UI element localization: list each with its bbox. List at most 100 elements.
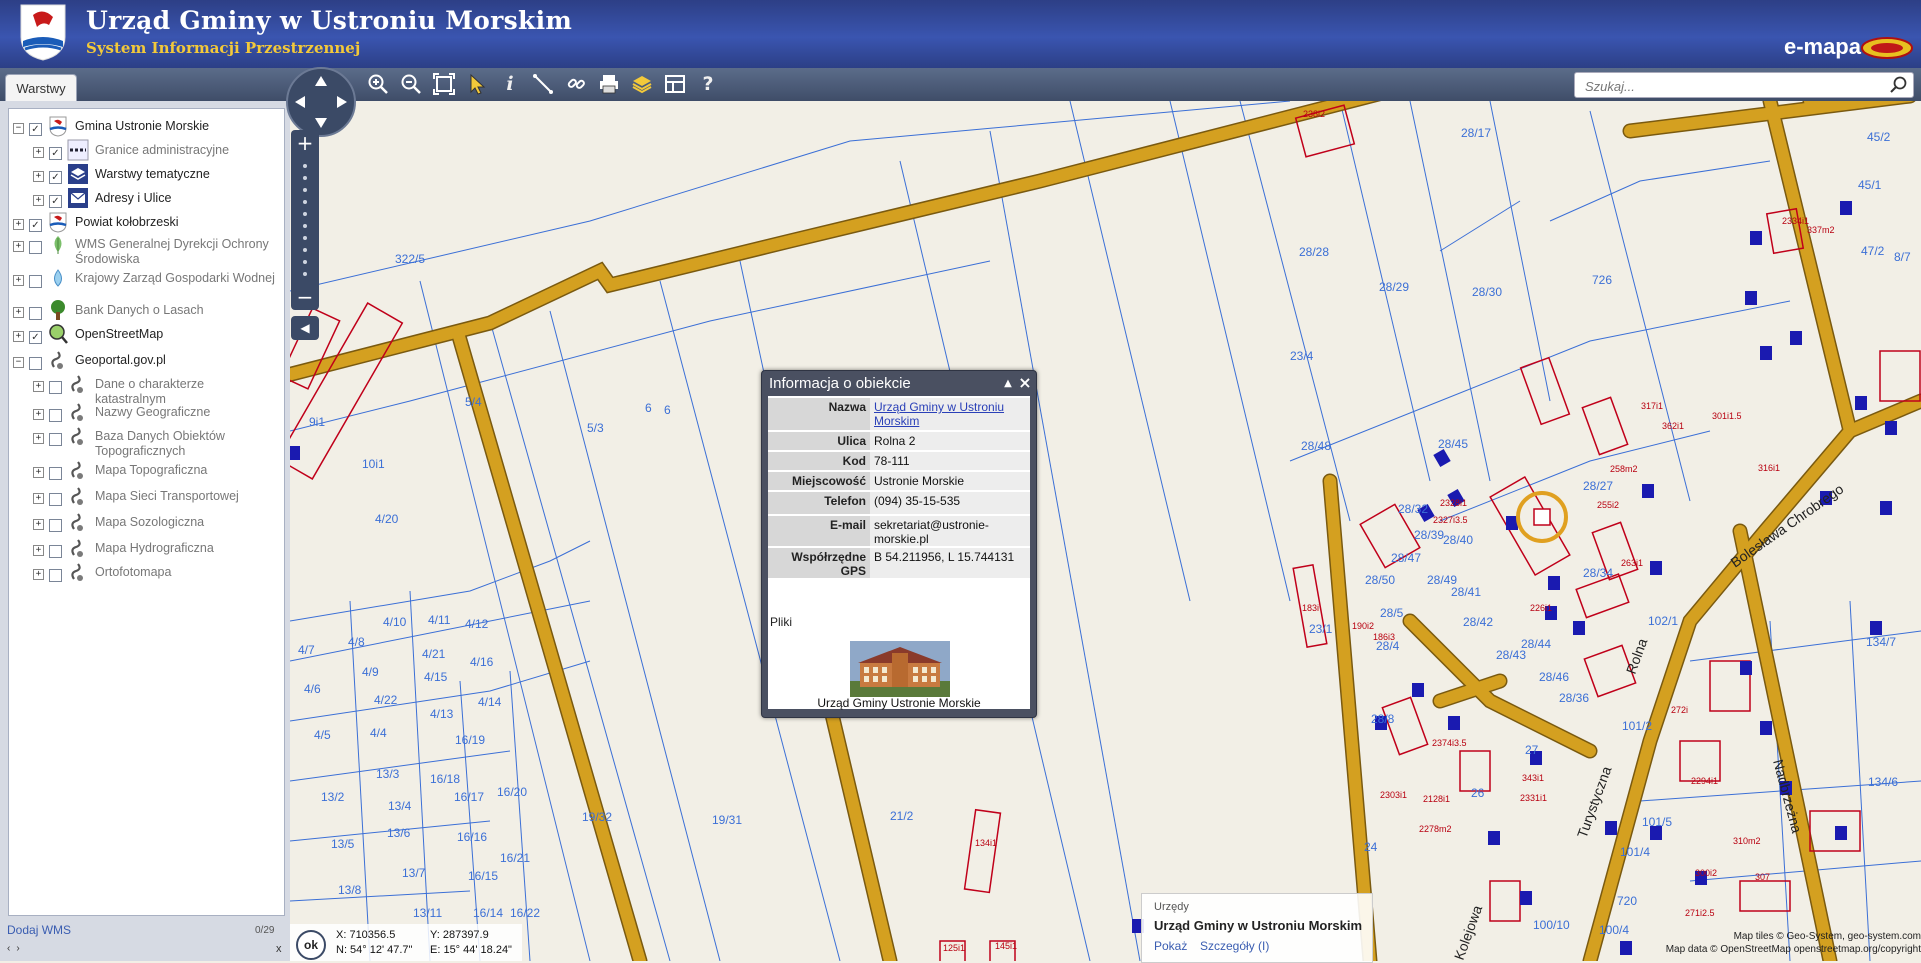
layer-item[interactable]: + ✓ OpenStreetMap	[9, 323, 284, 349]
layer-item[interactable]: − ✓ Gmina Ustronie Morskie	[9, 115, 284, 141]
layers-icon[interactable]	[629, 71, 655, 97]
layer-item[interactable]: + ✓ Granice administracyjne	[9, 139, 284, 165]
zoom-level-dot[interactable]	[303, 224, 307, 228]
show-link[interactable]: Pokaż	[1154, 939, 1187, 953]
expand-icon[interactable]: +	[13, 219, 24, 230]
layer-checkbox[interactable]	[49, 467, 62, 480]
layer-item[interactable]: + Ortofotomapa	[9, 561, 284, 587]
zoom-in-button[interactable]: +	[291, 132, 319, 154]
expand-icon[interactable]: +	[33, 569, 44, 580]
layer-checkbox[interactable]	[29, 357, 42, 370]
building-photo[interactable]	[850, 641, 950, 697]
expand-icon[interactable]: +	[33, 171, 44, 182]
pan-control[interactable]	[285, 66, 357, 138]
measure-distance-icon[interactable]	[530, 71, 556, 97]
layer-item[interactable]: + Mapa Topograficzna	[9, 459, 284, 485]
zoom-level-dot[interactable]	[303, 176, 307, 180]
coat-of-arms-icon	[20, 4, 66, 61]
expand-icon[interactable]: +	[13, 307, 24, 318]
layer-item[interactable]: + WMS Generalnej Dyrekcji Ochrony Środowi…	[9, 233, 284, 266]
layer-item[interactable]: − Geoportal.gov.pl	[9, 349, 284, 375]
layer-checkbox[interactable]: ✓	[29, 219, 42, 232]
print-icon[interactable]	[596, 71, 622, 97]
expand-icon[interactable]: +	[33, 381, 44, 392]
layer-item[interactable]: + Mapa Hydrograficzna	[9, 537, 284, 563]
parcel-label: 726	[1592, 273, 1612, 287]
expand-icon[interactable]: +	[33, 433, 44, 444]
collapse-icon[interactable]: −	[13, 123, 24, 134]
zoom-slider[interactable]: + −	[291, 130, 319, 310]
zoom-level-dot[interactable]	[303, 200, 307, 204]
minimize-icon[interactable]: ▲	[1002, 378, 1014, 390]
layer-item[interactable]: + Mapa Sozologiczna	[9, 511, 284, 537]
layer-checkbox[interactable]	[49, 381, 62, 394]
tab-layers[interactable]: Warstwy	[5, 74, 77, 103]
close-icon[interactable]: ×	[1018, 375, 1032, 391]
layer-checkbox[interactable]	[49, 493, 62, 506]
layer-item[interactable]: + Nazwy Geograficzne	[9, 401, 284, 427]
layer-checkbox[interactable]	[49, 569, 62, 582]
layer-checkbox[interactable]	[29, 275, 42, 288]
expand-icon[interactable]: +	[33, 195, 44, 206]
layer-checkbox[interactable]	[49, 545, 62, 558]
collapse-icon[interactable]: −	[13, 357, 24, 368]
layer-checkbox[interactable]	[49, 519, 62, 532]
search-input[interactable]	[1575, 73, 1887, 99]
expand-icon[interactable]: +	[13, 331, 24, 342]
building-label: 317i1	[1641, 401, 1663, 411]
layer-checkbox[interactable]	[29, 307, 42, 320]
map-canvas[interactable]: 322/5 5/4 5/3 6 4/20 10i1 9i1 28/17 28/28 28/29 28…	[290, 101, 1921, 961]
attribute-link[interactable]: Urząd Gminy w Ustroniu Morskim	[870, 398, 1030, 430]
zoom-level-dot[interactable]	[303, 212, 307, 216]
layer-item[interactable]: + Bank Danych o Lasach	[9, 299, 284, 325]
select-arrow-icon[interactable]	[464, 71, 490, 97]
zoom-level-dot[interactable]	[303, 260, 307, 264]
layer-checkbox[interactable]: ✓	[49, 147, 62, 160]
prev-page-button[interactable]: ‹	[7, 943, 16, 954]
zoom-level-dot[interactable]	[303, 248, 307, 252]
layer-checkbox[interactable]	[49, 433, 62, 446]
collapse-panel-button[interactable]: ◀	[291, 316, 319, 340]
layer-checkbox[interactable]: ✓	[29, 123, 42, 136]
search-icon[interactable]	[1887, 74, 1911, 96]
zoom-level-dot[interactable]	[303, 164, 307, 168]
expand-icon[interactable]: +	[33, 519, 44, 530]
map-view[interactable]: 322/5 5/4 5/3 6 4/20 10i1 9i1 28/17 28/28 28/29 28…	[290, 101, 1921, 961]
layer-checkbox[interactable]: ✓	[49, 195, 62, 208]
layer-checkbox[interactable]	[29, 241, 42, 254]
measure-link-icon[interactable]	[563, 71, 589, 97]
layer-item[interactable]: + Dane o charakterze katastralnym	[9, 373, 284, 406]
expand-icon[interactable]: +	[33, 545, 44, 556]
parcel-label: 101/4	[1620, 845, 1650, 859]
close-sidebar-button[interactable]: x	[276, 943, 282, 955]
layer-checkbox[interactable]	[49, 409, 62, 422]
layer-item[interactable]: + ✓ Adresy i Ulice	[9, 187, 284, 213]
add-wms-link[interactable]: Dodaj WMS	[7, 923, 71, 937]
zoom-extent-icon[interactable]	[431, 71, 457, 97]
layer-checkbox[interactable]: ✓	[29, 331, 42, 344]
building-label: 2331i1	[1520, 793, 1547, 803]
help-icon[interactable]: ?	[695, 71, 721, 97]
expand-icon[interactable]: +	[33, 493, 44, 504]
zoom-level-dot[interactable]	[303, 272, 307, 276]
zoom-out-button[interactable]: −	[291, 286, 319, 308]
layout-icon[interactable]	[662, 71, 688, 97]
layer-item[interactable]: + Mapa Sieci Transportowej	[9, 485, 284, 511]
layer-item[interactable]: + Krajowy Zarząd Gospodarki Wodnej	[9, 267, 284, 293]
expand-icon[interactable]: +	[33, 409, 44, 420]
zoom-in-icon[interactable]	[365, 71, 391, 97]
zoom-level-dot[interactable]	[303, 188, 307, 192]
expand-icon[interactable]: +	[13, 275, 24, 286]
details-link[interactable]: Szczegóły (I)	[1200, 939, 1269, 953]
layer-item[interactable]: + Baza Danych Obiektów Topograficznych	[9, 425, 284, 458]
layer-checkbox[interactable]: ✓	[49, 171, 62, 184]
expand-icon[interactable]: +	[33, 147, 44, 158]
expand-icon[interactable]: +	[13, 241, 24, 252]
expand-icon[interactable]: +	[33, 467, 44, 478]
zoom-out-icon[interactable]	[398, 71, 424, 97]
next-page-button[interactable]: ›	[16, 943, 25, 954]
info-icon[interactable]: i	[497, 71, 523, 97]
layer-item[interactable]: + ✓ Warstwy tematyczne	[9, 163, 284, 189]
zoom-level-dot[interactable]	[303, 236, 307, 240]
ok-button[interactable]: ok	[296, 930, 326, 960]
